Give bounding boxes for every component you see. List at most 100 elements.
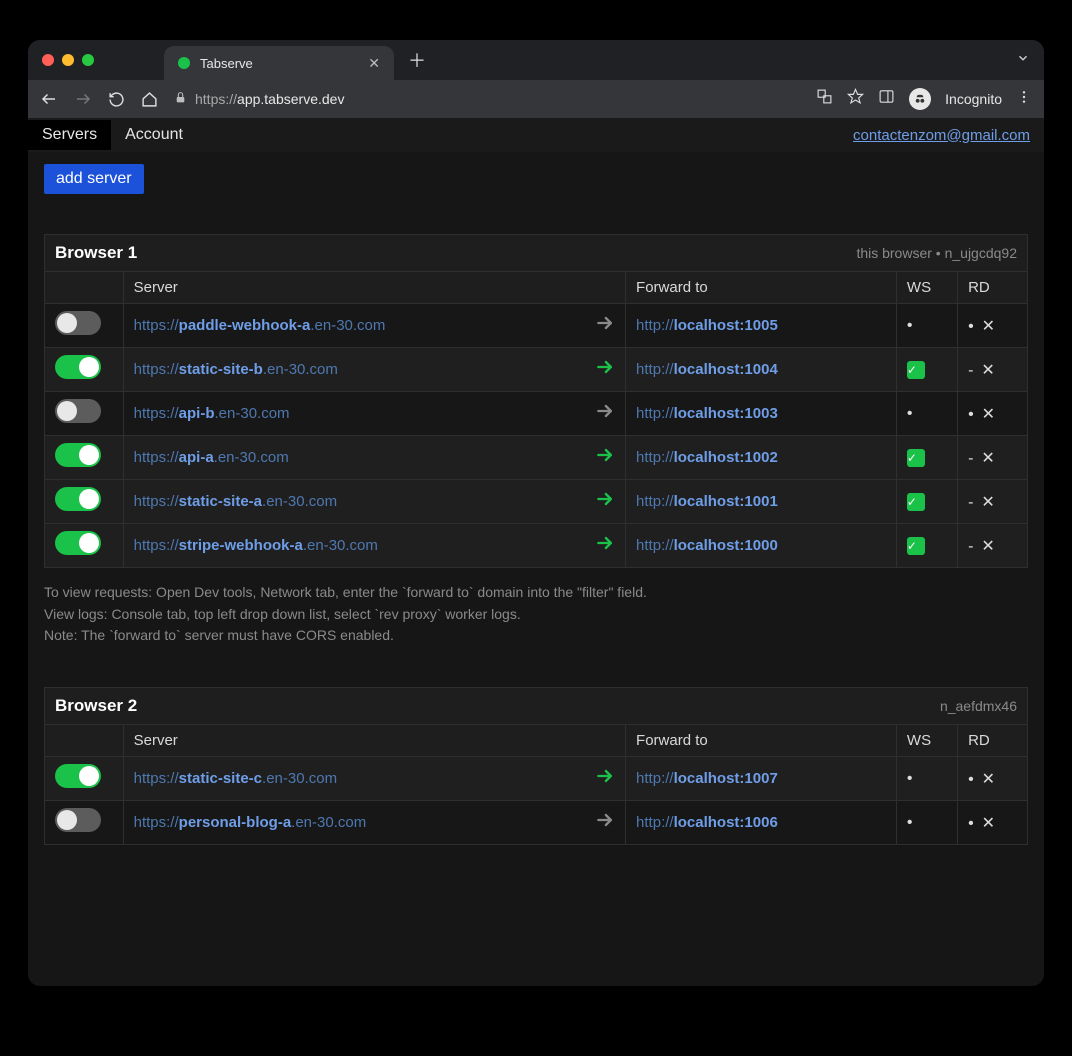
favicon-icon <box>178 57 190 69</box>
server-url[interactable]: https://stripe-webhook-a.en-30.com <box>134 537 378 555</box>
ws-check-icon: ✓ <box>907 493 925 511</box>
ws-check-icon: ✓ <box>907 537 925 555</box>
ws-cell: • <box>896 801 957 845</box>
delete-icon[interactable]: ✕ <box>982 406 995 423</box>
arrow-icon <box>595 357 615 382</box>
enable-toggle[interactable] <box>55 311 101 335</box>
ws-cell: ✓ <box>896 348 957 392</box>
url-field[interactable]: https://app.tabserve.dev <box>174 91 800 107</box>
rd-status: • <box>968 406 974 423</box>
rd-cell: •✕ <box>958 801 1028 845</box>
delete-icon[interactable]: ✕ <box>981 494 994 511</box>
ws-dot-icon: • <box>907 317 913 334</box>
enable-toggle[interactable] <box>55 399 101 423</box>
ws-check-icon: ✓ <box>907 361 925 379</box>
rd-status: - <box>968 494 973 511</box>
server-url[interactable]: https://api-b.en-30.com <box>134 405 290 423</box>
ws-cell: • <box>896 304 957 348</box>
forward-url[interactable]: http://localhost:1003 <box>636 405 778 422</box>
delete-icon[interactable]: ✕ <box>981 362 994 379</box>
server-row: https://static-site-b.en-30.com http://lo… <box>45 348 1028 392</box>
arrow-icon <box>595 533 615 558</box>
home-button[interactable] <box>141 91 158 108</box>
browser-block: Browser 1this browser • n_ujgcdq92Server… <box>44 234 1028 568</box>
close-window-icon[interactable] <box>42 54 54 66</box>
delete-icon[interactable]: ✕ <box>981 450 994 467</box>
nav-servers[interactable]: Servers <box>28 120 111 150</box>
servers-table: ServerForward toWSRDhttps://static-site-… <box>44 724 1028 845</box>
kebab-menu-icon[interactable] <box>1016 89 1032 110</box>
bookmark-icon[interactable] <box>847 88 864 110</box>
forward-url[interactable]: http://localhost:1000 <box>636 537 778 554</box>
enable-toggle[interactable] <box>55 355 101 379</box>
nav-account[interactable]: Account <box>111 120 197 150</box>
server-url[interactable]: https://personal-blog-a.en-30.com <box>134 814 367 832</box>
delete-icon[interactable]: ✕ <box>982 771 995 788</box>
sidepanel-icon[interactable] <box>878 88 895 110</box>
col-server: Server <box>123 725 625 757</box>
forward-url[interactable]: http://localhost:1002 <box>636 449 778 466</box>
server-url[interactable]: https://paddle-webhook-a.en-30.com <box>134 317 386 335</box>
back-button[interactable] <box>40 90 58 108</box>
translate-icon[interactable] <box>816 88 833 110</box>
delete-icon[interactable]: ✕ <box>982 815 995 832</box>
forward-url[interactable]: http://localhost:1006 <box>636 814 778 831</box>
forward-url[interactable]: http://localhost:1007 <box>636 770 778 787</box>
enable-toggle[interactable] <box>55 487 101 511</box>
browser-block: Browser 2n_aefdmx46ServerForward toWSRDh… <box>44 687 1028 845</box>
forward-url[interactable]: http://localhost:1005 <box>636 317 778 334</box>
top-nav: Servers Account contactenzom@gmail.com <box>28 118 1044 152</box>
rd-cell: -✕ <box>958 436 1028 480</box>
close-tab-icon[interactable]: ✕ <box>368 55 380 72</box>
enable-toggle[interactable] <box>55 764 101 788</box>
server-row: https://static-site-a.en-30.com http://lo… <box>45 480 1028 524</box>
forward-url[interactable]: http://localhost:1001 <box>636 493 778 510</box>
help-notes: To view requests: Open Dev tools, Networ… <box>44 582 1028 647</box>
delete-icon[interactable]: ✕ <box>981 538 994 555</box>
server-row: https://personal-blog-a.en-30.com http://… <box>45 801 1028 845</box>
server-row: https://static-site-c.en-30.com http://lo… <box>45 757 1028 801</box>
tab-title: Tabserve <box>200 56 358 71</box>
browser-meta: this browser • n_ujgcdq92 <box>856 245 1017 261</box>
col-server: Server <box>123 272 625 304</box>
server-url[interactable]: https://static-site-a.en-30.com <box>134 493 337 511</box>
rd-status: - <box>968 538 973 555</box>
forward-button[interactable] <box>74 90 92 108</box>
enable-toggle[interactable] <box>55 443 101 467</box>
server-row: https://stripe-webhook-a.en-30.com http:/… <box>45 524 1028 568</box>
enable-toggle[interactable] <box>55 808 101 832</box>
server-url[interactable]: https://static-site-c.en-30.com <box>134 770 337 788</box>
arrow-icon <box>595 445 615 470</box>
page-body: Servers Account contactenzom@gmail.com a… <box>28 118 1044 857</box>
col-rd: RD <box>958 272 1028 304</box>
incognito-label: Incognito <box>945 91 1002 107</box>
minimize-window-icon[interactable] <box>62 54 74 66</box>
account-email-link[interactable]: contactenzom@gmail.com <box>853 127 1030 144</box>
rd-status: • <box>968 318 974 335</box>
tab-overflow-button[interactable] <box>1016 51 1030 70</box>
rd-cell: -✕ <box>958 524 1028 568</box>
maximize-window-icon[interactable] <box>82 54 94 66</box>
browser-tab[interactable]: Tabserve ✕ <box>164 46 394 80</box>
col-ws: WS <box>896 272 957 304</box>
url-host: app.tabserve.dev <box>237 91 344 107</box>
reload-button[interactable] <box>108 91 125 108</box>
ws-dot-icon: • <box>907 814 913 831</box>
server-url[interactable]: https://static-site-b.en-30.com <box>134 361 338 379</box>
traffic-lights <box>42 54 94 66</box>
address-bar: https://app.tabserve.dev Incognito <box>28 80 1044 118</box>
enable-toggle[interactable] <box>55 531 101 555</box>
add-server-button[interactable]: add server <box>44 164 144 194</box>
server-url[interactable]: https://api-a.en-30.com <box>134 449 289 467</box>
forward-url[interactable]: http://localhost:1004 <box>636 361 778 378</box>
ws-dot-icon: • <box>907 770 913 787</box>
server-row: https://paddle-webhook-a.en-30.com http:/… <box>45 304 1028 348</box>
rd-cell: -✕ <box>958 480 1028 524</box>
arrow-icon <box>595 401 615 426</box>
browser-header: Browser 1this browser • n_ujgcdq92 <box>44 234 1028 271</box>
new-tab-button[interactable]: ＋ <box>408 47 426 73</box>
delete-icon[interactable]: ✕ <box>982 318 995 335</box>
servers-table: ServerForward toWSRDhttps://paddle-webho… <box>44 271 1028 568</box>
arrow-icon <box>595 313 615 338</box>
note-line: Note: The `forward to` server must have … <box>44 625 1028 647</box>
